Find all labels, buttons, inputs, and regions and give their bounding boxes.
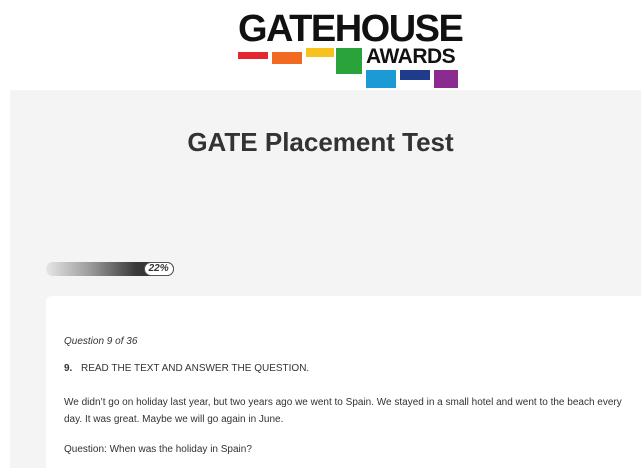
logo-line-1: GATEHOUSE bbox=[238, 8, 464, 50]
question-counter: Question 9 of 36 bbox=[64, 336, 138, 347]
gatehouse-awards-logo: GATEHOUSE AWARDS bbox=[238, 10, 464, 90]
logo-line-2: AWARDS bbox=[366, 45, 456, 68]
logo-block-dark-blue bbox=[400, 70, 430, 80]
reading-passage: We didn’t go on holiday last year, but t… bbox=[64, 397, 622, 425]
logo-block-light-blue bbox=[366, 70, 396, 88]
question-prompt: Question: When was the holiday in Spain? bbox=[64, 444, 252, 455]
logo-block-purple bbox=[434, 70, 458, 88]
question-heading: 9. READ THE TEXT AND ANSWER THE QUESTION. bbox=[64, 363, 309, 374]
logo-block-yellow bbox=[306, 48, 334, 57]
progress-bar: 22% bbox=[46, 262, 626, 276]
progress-bar-fill: 22% bbox=[46, 262, 174, 276]
logo-block-red bbox=[238, 52, 268, 59]
question-instruction: READ THE TEXT AND ANSWER THE QUESTION. bbox=[81, 363, 310, 374]
page-title: GATE Placement Test bbox=[187, 127, 454, 157]
placement-test-page: GATEHOUSE AWARDS GATE Placement Test 22%… bbox=[0, 0, 641, 468]
logo-block-orange bbox=[272, 52, 302, 64]
progress-percent-label: 22% bbox=[143, 262, 174, 276]
question-number: 9. bbox=[64, 363, 73, 374]
logo-block-green bbox=[336, 48, 362, 74]
question-card: Question 9 of 36 9. READ THE TEXT AND ANS… bbox=[46, 296, 641, 468]
